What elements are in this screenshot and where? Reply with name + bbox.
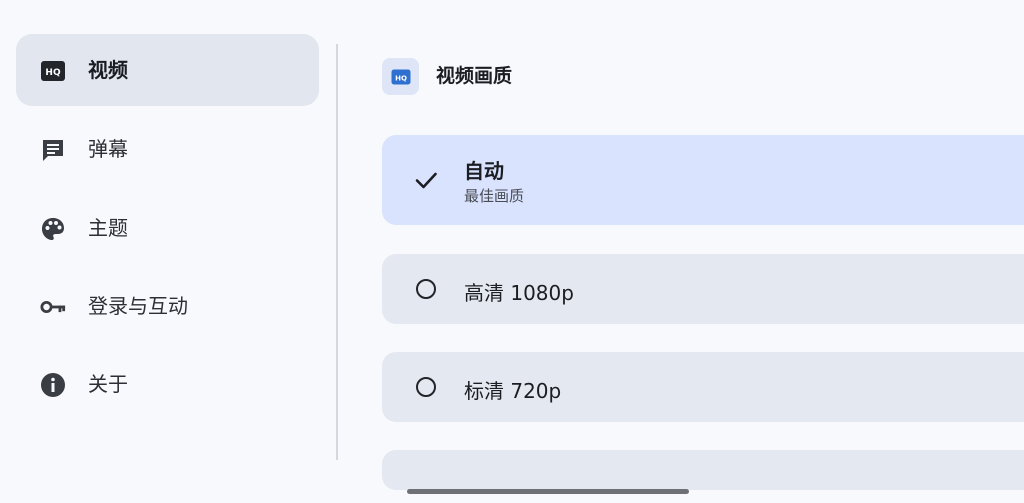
settings-screen: HQ 视频 弹幕 主题 登录与互动 关于 HQ 视频画质 自动 最佳画质 高清 … — [0, 0, 1024, 503]
sidebar-divider — [336, 44, 338, 460]
home-indicator[interactable] — [407, 489, 689, 494]
radio-unchecked-icon — [413, 374, 439, 400]
sidebar-item-label: 关于 — [88, 372, 128, 396]
quality-option-1080p[interactable]: 高清 1080p — [382, 254, 1024, 324]
sidebar-item-danmaku[interactable]: 弹幕 — [16, 113, 319, 185]
sidebar-item-label: 视频 — [88, 58, 128, 82]
quality-option-720p[interactable]: 标清 720p — [382, 352, 1024, 422]
option-title: 自动 — [464, 159, 504, 183]
quality-option-partial[interactable] — [382, 450, 1024, 490]
sidebar-item-label: 主题 — [88, 216, 128, 240]
sidebar-item-video[interactable]: HQ 视频 — [16, 34, 319, 106]
hq-video-icon: HQ — [40, 58, 66, 84]
comment-icon — [40, 137, 66, 163]
radio-unchecked-icon — [413, 276, 439, 302]
palette-icon — [40, 216, 66, 242]
option-title: 高清 1080p — [464, 281, 574, 305]
check-icon — [413, 167, 439, 193]
svg-text:HQ: HQ — [395, 74, 407, 82]
sidebar-item-about[interactable]: 关于 — [16, 348, 319, 420]
settings-sidebar: HQ 视频 弹幕 主题 登录与互动 关于 — [0, 0, 336, 503]
svg-text:HQ: HQ — [45, 68, 61, 78]
quality-option-auto[interactable]: 自动 最佳画质 — [382, 135, 1024, 225]
option-subtitle: 最佳画质 — [464, 187, 525, 205]
key-icon — [40, 294, 66, 320]
option-title: 标清 720p — [464, 379, 562, 403]
sidebar-item-label: 弹幕 — [88, 137, 128, 161]
hq-badge-icon: HQ — [382, 58, 419, 95]
sidebar-item-login[interactable]: 登录与互动 — [16, 270, 319, 342]
sidebar-item-label: 登录与互动 — [88, 294, 188, 318]
section-title: 视频画质 — [436, 65, 513, 87]
sidebar-item-theme[interactable]: 主题 — [16, 192, 319, 264]
info-icon — [40, 372, 66, 398]
